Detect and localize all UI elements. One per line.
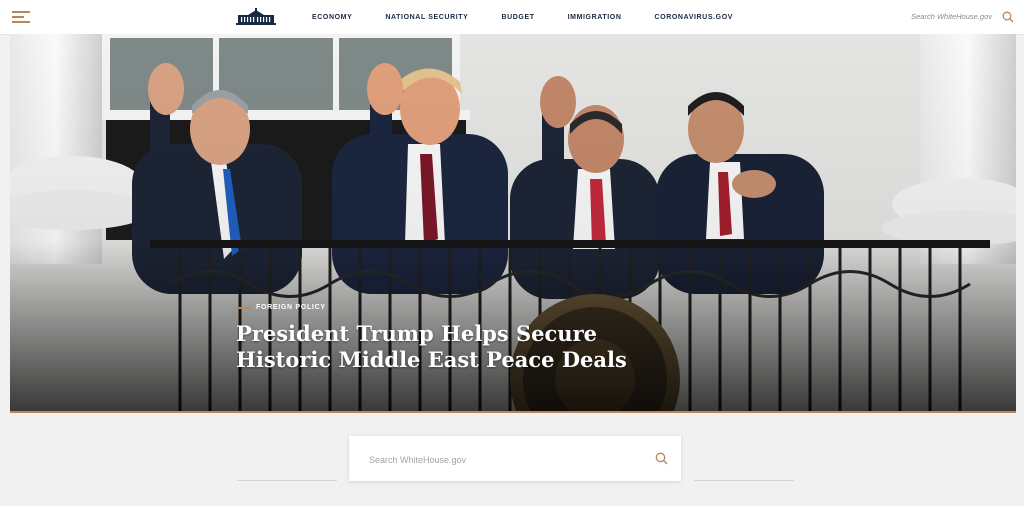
search-icon[interactable] [655, 452, 668, 465]
nav-item-immigration[interactable]: IMMIGRATION [568, 14, 622, 21]
search-input[interactable] [367, 450, 641, 470]
nav-item-budget[interactable]: BUDGET [501, 14, 534, 21]
nav-item-economy[interactable]: ECONOMY [312, 14, 352, 21]
accent-bar [236, 306, 250, 309]
main-nav: ECONOMY NATIONAL SECURITY BUDGET IMMIGRA… [296, 0, 766, 34]
white-house-logo-icon[interactable] [236, 8, 276, 25]
nav-item-national-security[interactable]: NATIONAL SECURITY [385, 14, 468, 21]
site-search [349, 436, 681, 481]
hero-feature[interactable]: FOREIGN POLICY President Trump Helps Sec… [10, 34, 1016, 413]
category-text: FOREIGN POLICY [256, 304, 326, 311]
hero-caption: FOREIGN POLICY President Trump Helps Sec… [236, 304, 656, 373]
hero-headline[interactable]: President Trump Helps Secure Historic Mi… [236, 321, 656, 373]
divider-left [237, 480, 337, 481]
nav-item-coronavirus[interactable]: CORONAVIRUS.GOV [655, 14, 734, 21]
category-label[interactable]: FOREIGN POLICY [236, 304, 656, 311]
hamburger-menu-icon[interactable] [12, 11, 30, 23]
top-navigation-bar: ECONOMY NATIONAL SECURITY BUDGET IMMIGRA… [0, 0, 1024, 35]
header-search-label[interactable]: Search WhiteHouse.gov [911, 12, 992, 21]
search-icon[interactable] [1002, 11, 1014, 23]
divider-right [694, 480, 794, 481]
